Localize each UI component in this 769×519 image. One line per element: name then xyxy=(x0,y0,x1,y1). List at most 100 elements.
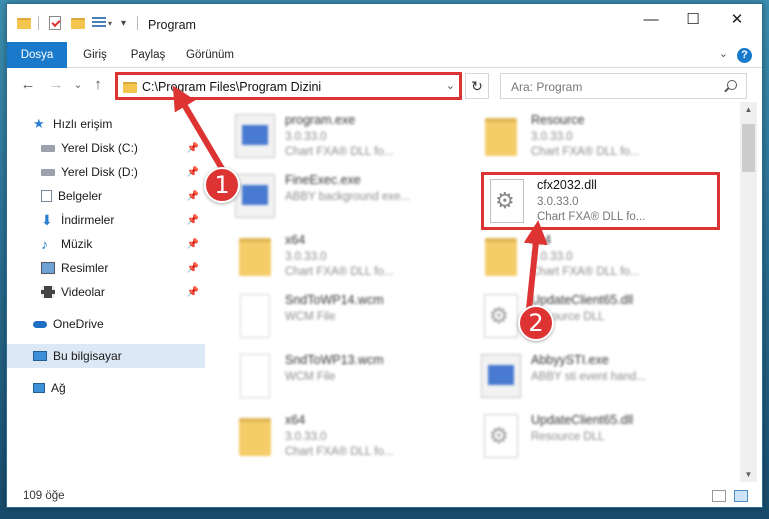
file-name: program.exe xyxy=(285,113,356,127)
folder-icon xyxy=(123,82,137,93)
refresh-button[interactable]: ↻ xyxy=(465,73,489,99)
details-view-icon[interactable] xyxy=(712,490,726,502)
scroll-thumb[interactable] xyxy=(742,124,755,172)
list-item[interactable]: FineExec.exe ABBY background exe... xyxy=(235,170,465,222)
drive-icon xyxy=(41,144,55,152)
list-item[interactable]: Resource 3.0.33.0 Chart FXA® DLL fo... xyxy=(481,110,711,162)
status-bar: 109 öğe xyxy=(7,485,762,507)
file-icon xyxy=(240,294,270,338)
address-path: C:\Program Files\Program Dizini xyxy=(142,80,322,94)
list-item[interactable]: AbbyySTI.exe ABBY sti event hand... xyxy=(481,350,711,402)
sidebar-item-documents[interactable]: Belgeler 📌 xyxy=(7,184,205,208)
maximize-button[interactable]: ☐ xyxy=(671,4,715,34)
chevron-down-icon[interactable]: ⌄ xyxy=(719,47,728,60)
sidebar-item-quick-access[interactable]: ★ Hızlı erişim xyxy=(7,112,205,136)
properties-icon[interactable] xyxy=(49,15,61,31)
sidebar-item-this-pc[interactable]: Bu bilgisayar xyxy=(7,344,205,368)
view-options-icon[interactable]: ▾ xyxy=(92,15,112,31)
sidebar-item-disk-d[interactable]: Yerel Disk (D:) 📌 xyxy=(7,160,205,184)
sidebar-item-onedrive[interactable]: OneDrive xyxy=(7,312,205,336)
dll-gear-icon xyxy=(484,414,518,458)
folder-icon xyxy=(17,15,31,31)
pin-icon[interactable]: 📌 xyxy=(187,263,199,274)
sidebar-item-label: İndirmeler xyxy=(61,213,115,227)
file-name: SndToWP14.wcm xyxy=(285,293,384,307)
list-item[interactable]: SndToWP14.wcm WCM File xyxy=(235,290,465,342)
file-name: UpdateClient65.dll xyxy=(531,413,634,427)
cloud-icon xyxy=(33,320,47,328)
list-item-cfx2032[interactable]: cfx2032.dll 3.0.33.0 Chart FXA® DLL fo..… xyxy=(487,175,717,227)
forward-button[interactable]: → xyxy=(47,75,65,95)
sidebar-item-disk-c[interactable]: Yerel Disk (C:) 📌 xyxy=(7,136,205,160)
sidebar-item-network[interactable]: Ağ xyxy=(7,376,205,400)
quick-access-toolbar-chevron-icon[interactable]: ▾ xyxy=(121,15,126,31)
pin-icon[interactable]: 📌 xyxy=(187,191,199,202)
computer-icon xyxy=(33,351,47,361)
explorer-window: ▾ ▾ Program — ☐ ✕ Dosya Giriş Paylaş Gör… xyxy=(6,3,763,508)
file-version: 3.0.33.0 xyxy=(531,251,573,263)
file-name: Resource xyxy=(531,113,585,127)
file-name: x64 xyxy=(531,233,552,247)
pin-icon[interactable]: 📌 xyxy=(187,167,199,178)
documents-icon xyxy=(41,190,52,202)
sidebar-item-videos[interactable]: Videolar 📌 xyxy=(7,280,205,304)
sidebar-item-label: Müzik xyxy=(61,237,93,251)
file-version: 3.0.33.0 xyxy=(285,431,327,443)
back-button[interactable]: ← xyxy=(19,75,37,95)
tab-share[interactable]: Paylaş xyxy=(123,42,173,68)
address-bar[interactable]: C:\Program Files\Program Dizini ⌄ xyxy=(115,72,462,100)
chevron-down-icon[interactable]: ⌄ xyxy=(446,79,455,92)
minimize-button[interactable]: — xyxy=(629,4,673,34)
file-description: ABBY sti event hand... xyxy=(531,371,646,383)
file-type: Resource DLL xyxy=(531,431,605,443)
tab-view[interactable]: Görünüm xyxy=(179,42,241,68)
file-description: Chart FXA® DLL fo... xyxy=(537,211,646,223)
title-bar: ▾ ▾ Program — ☐ ✕ xyxy=(7,4,762,42)
pin-icon[interactable]: 📌 xyxy=(187,287,199,298)
large-icons-view-icon[interactable] xyxy=(734,490,748,502)
scroll-down-icon[interactable]: ▼ xyxy=(740,470,757,479)
list-item[interactable]: x64 3.0.33.0 Chart FXA® DLL fo... xyxy=(481,230,711,282)
up-button[interactable]: ↑ xyxy=(89,75,107,95)
window-title: Program xyxy=(148,18,196,32)
file-name: x64 xyxy=(285,233,306,247)
annotation-callout-1: 1 xyxy=(204,167,240,203)
file-version: 3.0.33.0 xyxy=(285,131,327,143)
pin-icon[interactable]: 📌 xyxy=(187,215,199,226)
list-item[interactable]: program.exe 3.0.33.0 Chart FXA® DLL fo..… xyxy=(235,110,465,162)
exe-icon xyxy=(481,354,521,398)
search-input[interactable]: Ara: Program xyxy=(500,73,747,99)
recent-locations-button[interactable]: ⌄ xyxy=(69,75,87,95)
list-item[interactable]: UpdateClient65.dll Resource DLL xyxy=(481,410,711,462)
annotation-callout-2: 2 xyxy=(518,305,554,341)
close-button[interactable]: ✕ xyxy=(715,4,759,34)
sidebar-item-music[interactable]: ♪ Müzik 📌 xyxy=(7,232,205,256)
sidebar-item-pictures[interactable]: Resimler 📌 xyxy=(7,256,205,280)
list-item[interactable]: x64 3.0.33.0 Chart FXA® DLL fo... xyxy=(235,230,465,282)
folder-icon xyxy=(485,118,517,156)
dll-gear-icon xyxy=(484,294,518,338)
file-description: Chart FXA® DLL fo... xyxy=(531,146,640,158)
sidebar-item-label: Bu bilgisayar xyxy=(53,349,122,363)
sidebar-item-label: Resimler xyxy=(61,261,109,275)
pin-icon[interactable]: 📌 xyxy=(187,143,199,154)
sidebar-item-label: Belgeler xyxy=(58,189,103,203)
search-placeholder: Ara: Program xyxy=(511,80,583,94)
help-icon[interactable]: ? xyxy=(737,48,752,63)
new-folder-icon[interactable] xyxy=(71,15,85,31)
tab-home[interactable]: Giriş xyxy=(75,42,115,68)
file-description: Chart FXA® DLL fo... xyxy=(531,266,640,278)
navigation-bar: ← → ⌄ ↑ C:\Program Files\Program Dizini … xyxy=(7,68,762,102)
star-icon: ★ xyxy=(33,116,45,131)
tab-file[interactable]: Dosya xyxy=(7,42,67,68)
list-item[interactable]: SndToWP13.wcm WCM File xyxy=(235,350,465,402)
file-name: x64 xyxy=(285,413,306,427)
list-item[interactable]: x64 3.0.33.0 Chart FXA® DLL fo... xyxy=(235,410,465,462)
list-item[interactable]: UpdateClient65.dll Resource DLL xyxy=(481,290,711,342)
scroll-up-icon[interactable]: ▲ xyxy=(740,105,757,114)
file-name: cfx2032.dll xyxy=(537,178,597,192)
file-type: WCM File xyxy=(285,371,336,383)
sidebar-item-downloads[interactable]: ⬇ İndirmeler 📌 xyxy=(7,208,205,232)
pin-icon[interactable]: 📌 xyxy=(187,239,199,250)
vertical-scrollbar[interactable]: ▲ ▼ xyxy=(740,102,757,482)
